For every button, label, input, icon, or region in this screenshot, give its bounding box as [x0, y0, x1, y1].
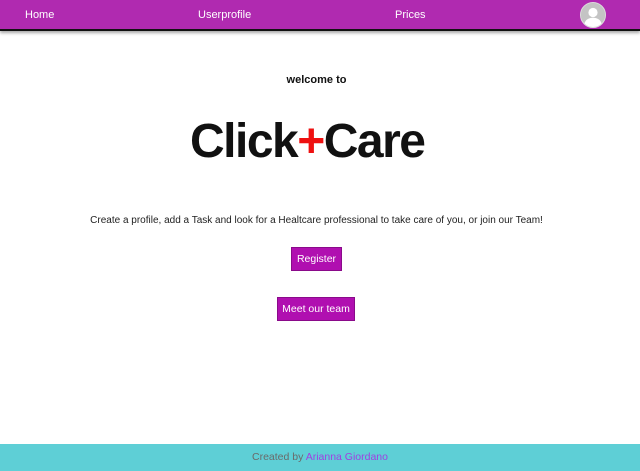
logo-text-care: Care	[323, 115, 426, 168]
footer: Created by Arianna Giordano	[0, 444, 640, 471]
click-care-logo: Click+Care	[190, 113, 450, 171]
nav-link-prices[interactable]: Prices	[395, 8, 426, 22]
navbar: Home Userprofile Prices	[0, 0, 640, 31]
welcome-text: welcome to	[286, 74, 347, 86]
logo-plus-icon: +	[297, 115, 325, 168]
user-avatar-icon[interactable]	[580, 2, 606, 28]
logo-text-click: Click	[190, 115, 299, 168]
meet-our-team-button[interactable]: Meet our team	[277, 297, 355, 321]
footer-created-by: Created by	[251, 451, 306, 463]
intro-description: Create a profile, add a Task and look fo…	[90, 215, 543, 226]
footer-author-link[interactable]: Arianna Giordano	[306, 451, 388, 463]
nav-link-home[interactable]: Home	[25, 8, 54, 22]
page: Home Userprofile Prices welcome to Click…	[0, 0, 640, 471]
register-button[interactable]: Register	[291, 247, 342, 271]
nav-link-userprofile[interactable]: Userprofile	[198, 8, 251, 22]
